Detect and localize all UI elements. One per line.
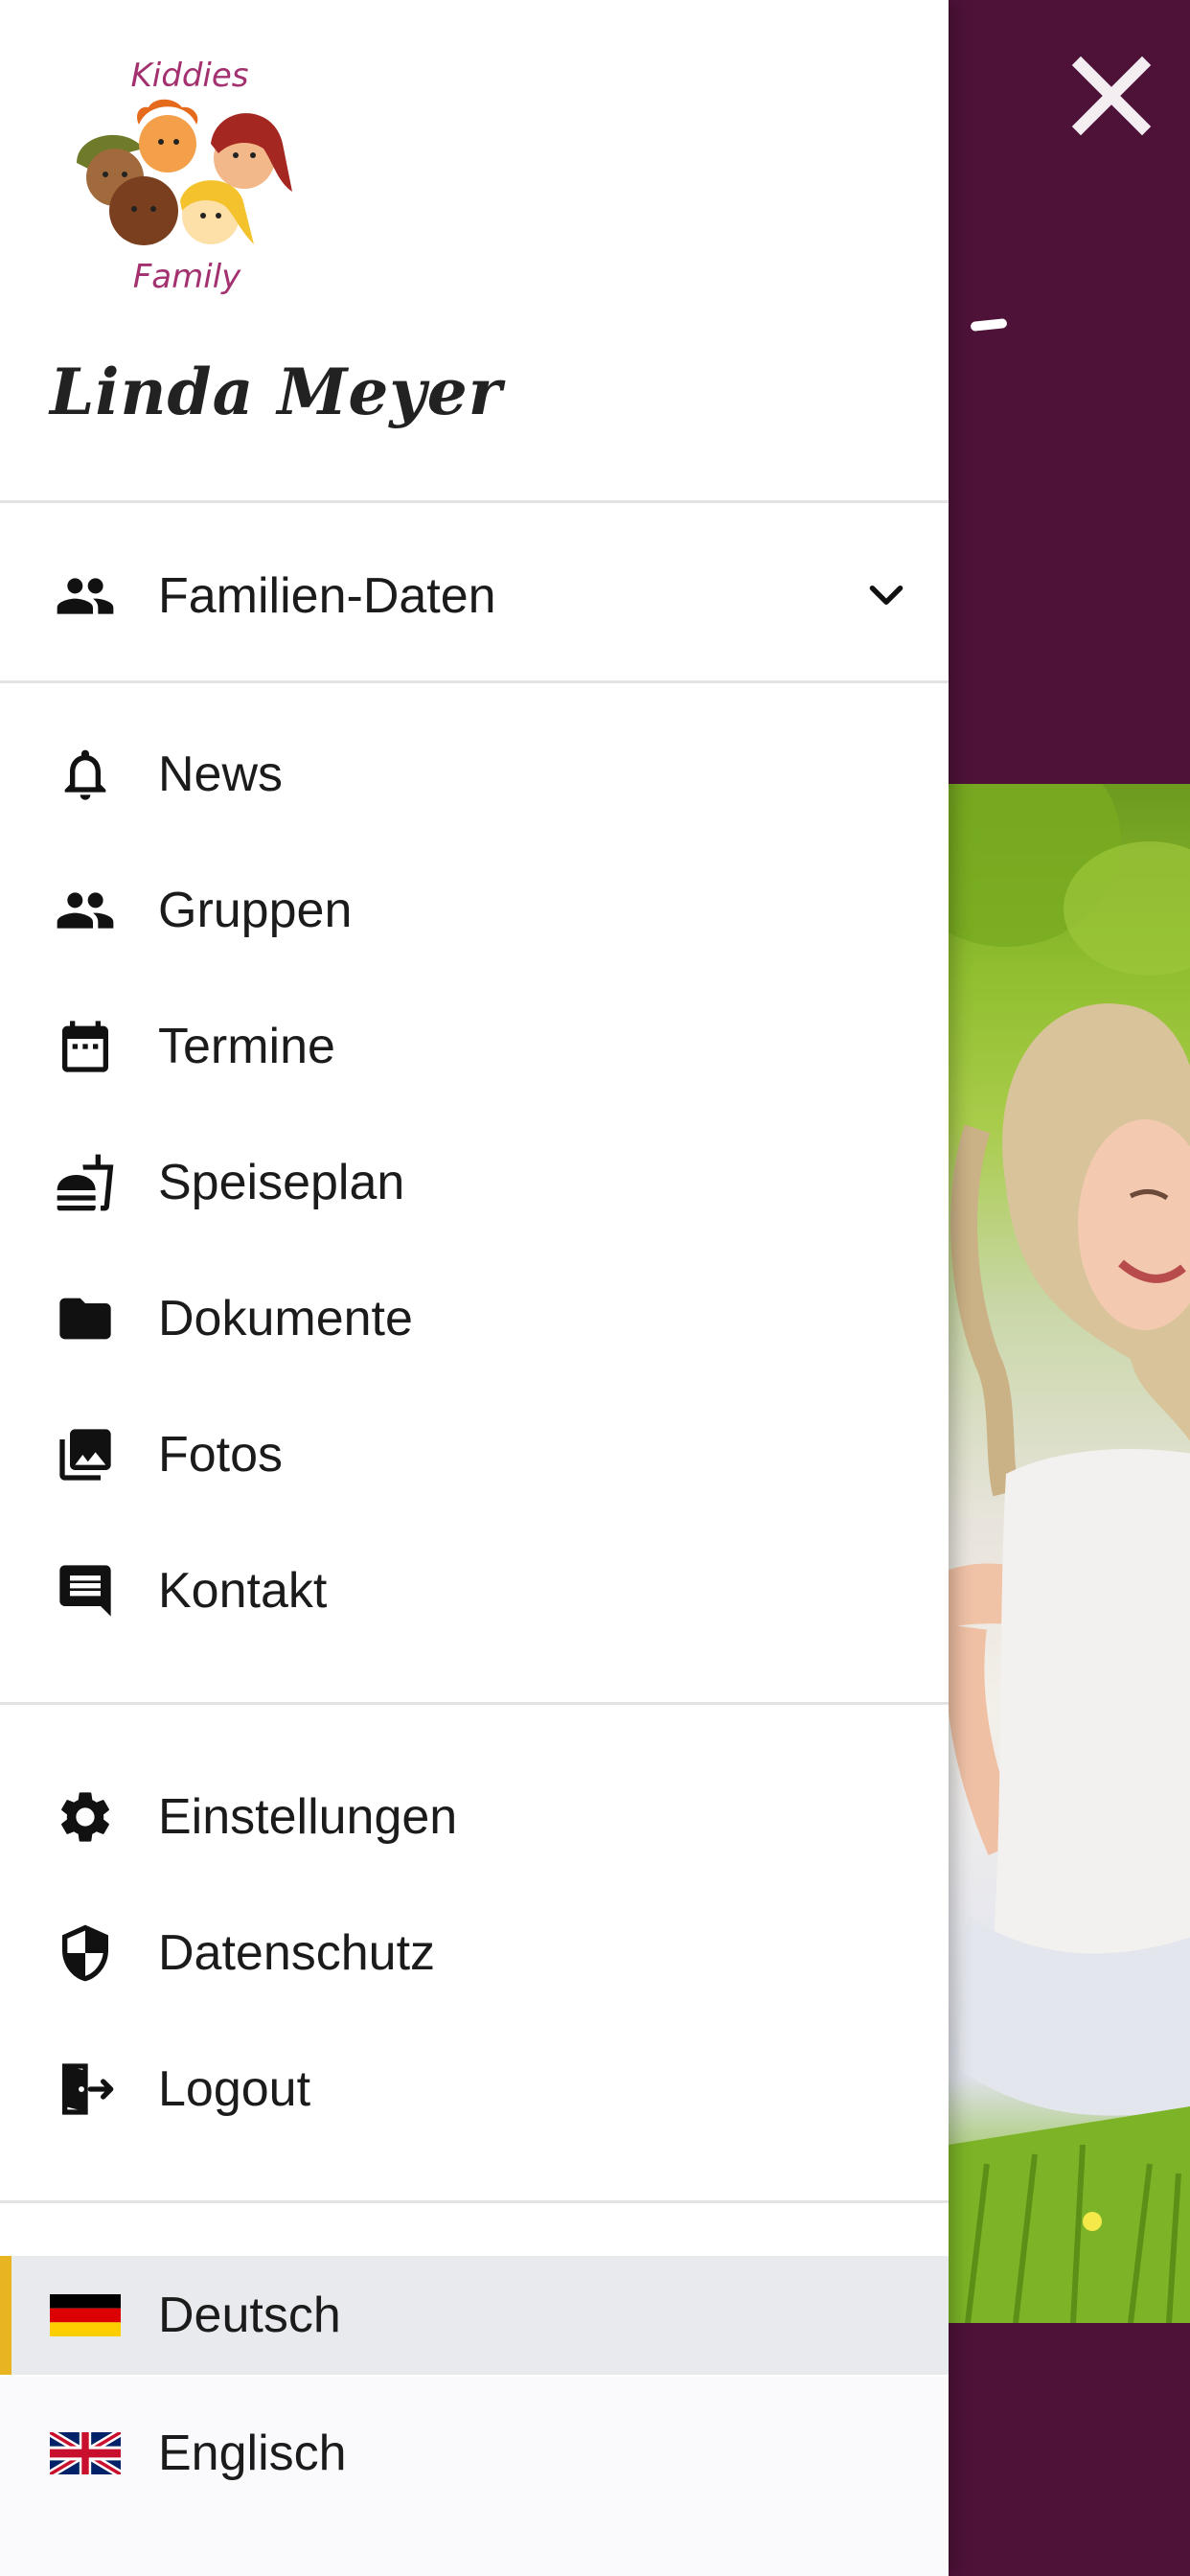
gear-icon [48,1780,123,1854]
divider [0,500,949,503]
logout-icon [48,2052,123,2127]
selected-indicator [0,2256,11,2375]
menu-item-familien-daten[interactable]: Familien-Daten [0,539,949,654]
menu-item-label: Dokumente [158,1291,413,1346]
close-icon [1071,56,1152,136]
chevron-down-icon[interactable] [862,572,910,620]
group-icon [48,873,123,948]
svg-text:Kiddies: Kiddies [131,57,249,95]
language-label: Deutsch [158,2288,341,2343]
menu-item-datenschutz[interactable]: Datenschutz [0,1896,949,2011]
background-hero-photo [949,784,1190,2323]
language-option-deutsch[interactable]: Deutsch [0,2256,949,2375]
menu-item-label: Gruppen [158,883,353,938]
menu-item-kontakt[interactable]: Kontakt [0,1533,949,1648]
uk-flag-icon [50,2432,121,2474]
menu-item-label: Familien-Daten [158,568,496,624]
menu-item-news[interactable]: News [0,717,949,832]
menu-item-label: Logout [158,2061,311,2117]
menu-item-einstellungen[interactable]: Einstellungen [0,1760,949,1874]
menu-item-dokumente[interactable]: Dokumente [0,1261,949,1376]
menu-item-speiseplan[interactable]: Speiseplan [0,1125,949,1240]
calendar-icon [48,1009,123,1084]
menu-item-logout[interactable]: Logout [0,2032,949,2147]
language-option-englisch[interactable]: Englisch [0,2394,949,2513]
divider [0,680,949,683]
group-icon [48,559,123,633]
menu-item-label: Kontakt [158,1563,328,1619]
german-flag-icon [50,2294,121,2336]
food-icon [48,1145,123,1220]
menu-item-label: Speiseplan [158,1155,405,1210]
menu-item-gruppen[interactable]: Gruppen [0,853,949,968]
bell-icon [48,737,123,812]
menu-item-label: Einstellungen [158,1789,458,1845]
background-title-fragment [970,318,1008,332]
message-icon [48,1553,123,1628]
svg-text:Family: Family [133,258,241,296]
menu-item-termine[interactable]: Termine [0,989,949,1104]
menu-item-label: News [158,747,284,802]
navigation-drawer: Kiddies Family Linda Meyer Familien-Date… [0,0,949,2576]
folder-icon [48,1281,123,1356]
menu-item-label: Datenschutz [158,1925,436,1981]
language-label: Englisch [158,2426,347,2481]
user-name: Linda Meyer [50,355,503,429]
menu-item-fotos[interactable]: Fotos [0,1397,949,1512]
shield-icon [48,1916,123,1990]
photo-library-icon [48,1417,123,1492]
divider [0,2200,949,2203]
close-drawer-button[interactable] [1064,48,1159,144]
menu-item-label: Fotos [158,1427,284,1483]
kiddies-family-logo: Kiddies Family [57,48,316,307]
menu-item-label: Termine [158,1019,335,1074]
divider [0,1702,949,1705]
hero-photo-illustration [949,784,1190,2323]
